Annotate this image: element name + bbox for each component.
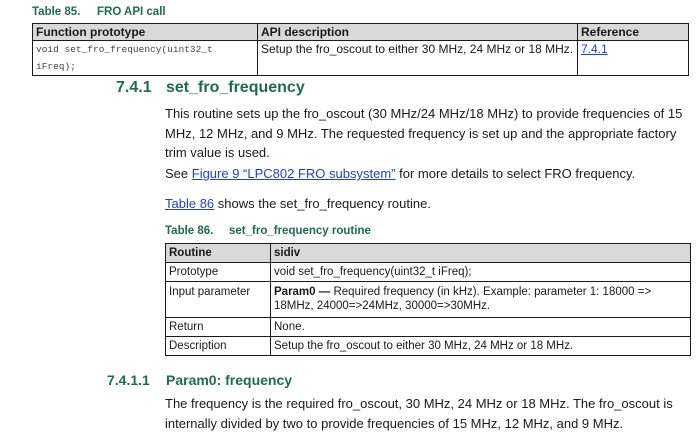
table85-header-prototype: Function prototype [32,23,258,41]
table85-caption: Table 85. FRO API call [32,6,166,18]
table86-caption: Table 86. set_fro_frequency routine [165,225,371,237]
section-paragraph-2: See Figure 9 “LPC802 FRO subsystem” for … [165,164,695,184]
section-number: 7.4.1 [116,79,152,96]
subsection-paragraph: The frequency is the required fro_oscout… [165,396,673,431]
table85: Function prototype API description Refer… [32,23,689,76]
para3-suffix: shows the set_fro_frequency routine. [214,196,431,211]
table86-header-sidiv: sidiv [270,243,691,263]
reference-link[interactable]: 7.4.1 [581,42,608,56]
table86-cell-label: Description [165,336,271,356]
section-heading: 7.4.1 set_fro_frequency [116,79,305,97]
table86-cell-value: void set_fro_frequency(uint32_t iFreq); [270,262,691,282]
param0-term: Param0 — [274,286,331,298]
table86-cell-value: Param0 — Required frequency (in kHz). Ex… [270,281,691,318]
table85-header-row: Function prototype API description Refer… [32,23,689,41]
table-row: Return None. [165,317,691,337]
table-row: void set_fro_frequency(uint32_t iFreq); … [32,40,689,76]
figure9-link[interactable]: Figure 9 “LPC802 FRO subsystem” [192,166,396,181]
table86-cell-value: None. [270,317,691,337]
table-row: Prototype void set_fro_frequency(uint32_… [165,262,691,282]
table85-cell-description: Setup the fro_oscout to either 30 MHz, 2… [257,40,578,76]
subsection-title: Param0: frequency [166,372,293,388]
table86-cell-label: Prototype [165,262,271,282]
table85-caption-number: Table 85. [32,6,81,18]
section-title: set_fro_frequency [166,79,305,96]
subsection-heading: 7.4.1.1 Param0: frequency [107,372,292,388]
table86-caption-number: Table 86. [165,225,214,237]
table86-cell-label: Input parameter [165,281,271,318]
table-row: Input parameter Param0 — Required freque… [165,281,691,318]
table-row: Description Setup the fro_oscout to eith… [165,336,691,356]
section-paragraph-1: This routine sets up the fro_oscout (30 … [165,106,683,160]
table86-cell-value: Setup the fro_oscout to either 30 MHz, 2… [270,336,691,356]
table86: Routine sidiv Prototype void set_fro_fre… [165,243,691,356]
table86-caption-title: set_fro_frequency routine [229,225,371,237]
table85-cell-reference: 7.4.1 [577,40,689,76]
table86-link[interactable]: Table 86 [165,196,214,211]
table86-cell-label: Return [165,317,271,337]
param0-description: Required frequency (in kHz). Example: pa… [274,286,652,312]
subsection-number: 7.4.1.1 [107,372,150,388]
section-paragraph-3: Table 86 shows the set_fro_frequency rou… [165,194,695,214]
para2-suffix: for more details to select FRO frequency… [395,166,636,181]
para2-prefix: See [165,166,192,181]
table85-header-description: API description [257,23,578,41]
table86-header-row: Routine sidiv [165,243,691,263]
table86-header-routine: Routine [165,243,271,263]
table85-header-reference: Reference [577,23,689,41]
table85-caption-title: FRO API call [97,6,166,18]
table85-cell-prototype: void set_fro_frequency(uint32_t iFreq); [32,40,258,76]
